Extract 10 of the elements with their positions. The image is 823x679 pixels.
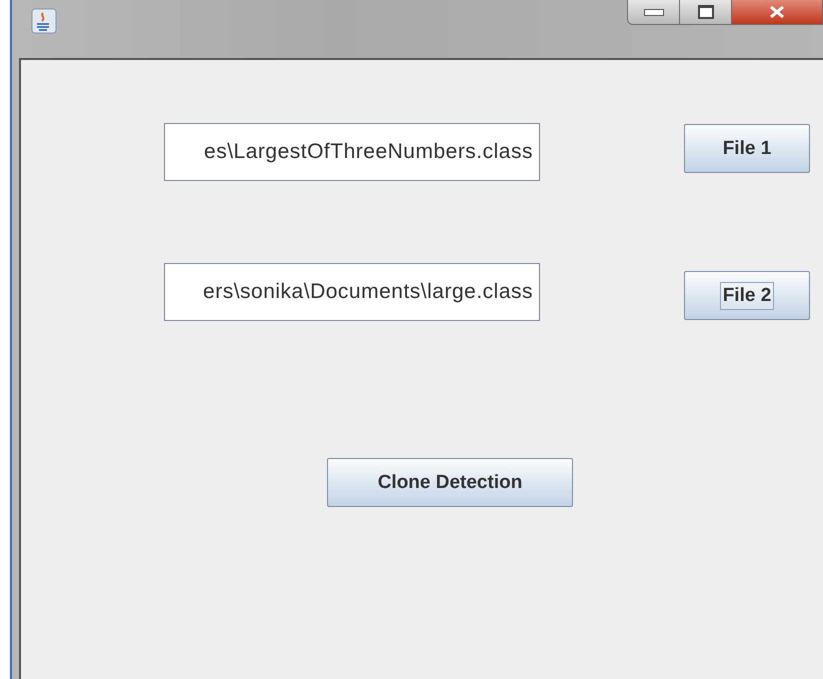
- file-path-field[interactable]: es\LargestOfThreeNumbers.class: [164, 123, 540, 181]
- clone-detection-button[interactable]: Clone Detection: [327, 458, 573, 507]
- close-icon: [768, 5, 786, 19]
- file-button[interactable]: File 1: [684, 124, 810, 173]
- file-button[interactable]: File 2: [684, 271, 810, 320]
- file-path-field[interactable]: ers\sonika\Documents\large.class: [164, 263, 540, 321]
- coffee-cup-icon: [31, 8, 57, 34]
- close-button[interactable]: [732, 0, 822, 24]
- minimize-button[interactable]: [628, 0, 680, 24]
- maximize-button[interactable]: [680, 0, 732, 24]
